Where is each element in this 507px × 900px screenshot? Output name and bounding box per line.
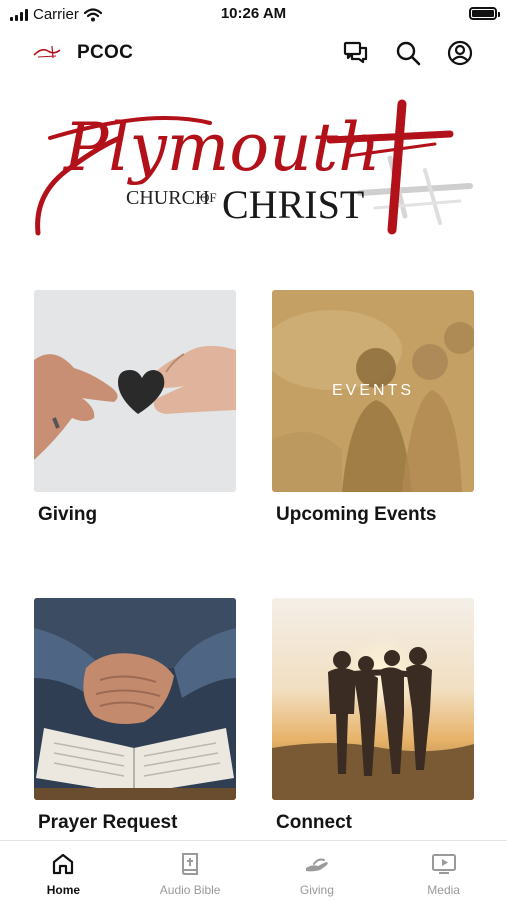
nav-audio-bible-label: Audio Bible bbox=[159, 883, 221, 897]
nav-media[interactable]: Media bbox=[380, 841, 507, 900]
church-logo-icon[interactable] bbox=[32, 44, 62, 60]
bottom-nav: Home Audio Bible Giving Media bbox=[0, 840, 507, 900]
nav-home[interactable]: Home bbox=[0, 841, 127, 900]
friends-sunset-photo bbox=[272, 598, 474, 800]
nav-giving-label: Giving bbox=[299, 883, 334, 897]
tile-upcoming-events[interactable]: EVENTS Upcoming Events bbox=[272, 290, 474, 526]
status-time: 10:26 AM bbox=[220, 5, 287, 22]
search-button[interactable] bbox=[393, 38, 423, 68]
profile-button[interactable] bbox=[445, 38, 475, 68]
tile-giving[interactable]: Giving bbox=[34, 290, 236, 526]
nav-giving[interactable]: Giving bbox=[254, 841, 381, 900]
banner-of-text: OF bbox=[200, 190, 217, 205]
tile-connect-label: Connect bbox=[276, 812, 352, 833]
banner-christ-text: CHRIST bbox=[222, 182, 364, 227]
prayer-image bbox=[34, 598, 236, 800]
tile-connect[interactable]: Connect bbox=[272, 598, 474, 834]
church-banner-logo: Plymouth CHURCH OF CHRIST bbox=[35, 99, 473, 236]
praying-hands-photo bbox=[34, 598, 236, 800]
bible-icon bbox=[182, 853, 199, 875]
connect-image bbox=[272, 598, 474, 800]
banner-script-text: Plymouth bbox=[63, 109, 381, 186]
home-icon bbox=[53, 853, 74, 875]
user-circle-icon bbox=[447, 40, 473, 66]
nav-audio-bible[interactable]: Audio Bible bbox=[127, 841, 254, 900]
nav-media-label: Media bbox=[427, 883, 460, 897]
tile-giving-label: Giving bbox=[38, 504, 98, 525]
events-image: EVENTS bbox=[272, 290, 474, 492]
media-icon bbox=[431, 854, 456, 874]
events-overlay-text: EVENTS bbox=[331, 382, 414, 399]
giving-image bbox=[34, 290, 236, 492]
battery-icon bbox=[469, 7, 500, 20]
chat-bubbles-icon bbox=[343, 41, 368, 64]
nav-home-label: Home bbox=[46, 883, 81, 897]
app-header: PCOC bbox=[0, 32, 507, 74]
tile-upcoming-events-label: Upcoming Events bbox=[276, 504, 437, 525]
status-bar: Carrier 10:26 AM bbox=[0, 0, 507, 30]
tile-prayer-request-label: Prayer Request bbox=[38, 812, 178, 833]
app-title: PCOC bbox=[77, 42, 134, 63]
heart-hands-icon bbox=[34, 290, 236, 492]
giving-icon bbox=[305, 858, 328, 872]
messages-button[interactable] bbox=[341, 38, 371, 68]
tile-prayer-request[interactable]: Prayer Request bbox=[34, 598, 236, 834]
banner-church-text: CHURCH bbox=[126, 187, 209, 209]
search-icon bbox=[396, 41, 421, 66]
